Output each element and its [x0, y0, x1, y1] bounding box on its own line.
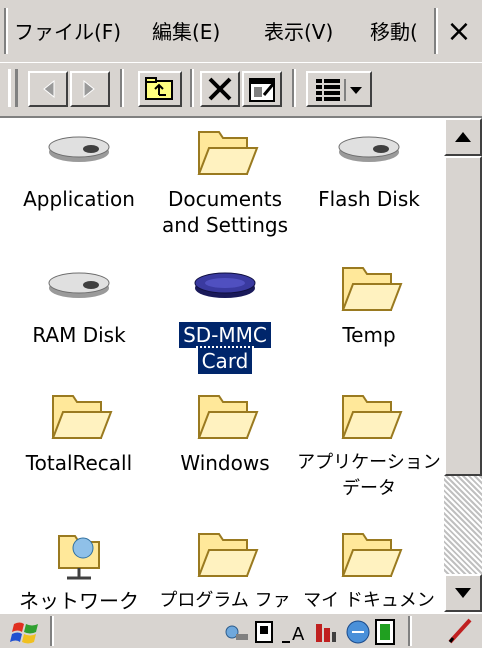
back-button[interactable]: [28, 71, 68, 107]
menu-edit[interactable]: 編集(E): [152, 14, 220, 50]
file-item-application-data[interactable]: アプリケーション データ: [294, 386, 444, 502]
disk-icon: [48, 272, 110, 298]
scroll-track[interactable]: [444, 476, 482, 574]
folder-icon: [197, 131, 259, 175]
delete-icon: [208, 77, 232, 101]
connection-icon: [346, 620, 370, 644]
toolbar-separator: [292, 69, 296, 107]
start-button[interactable]: [8, 618, 42, 650]
menu-view[interactable]: 表示(V): [264, 14, 333, 50]
up-folder-icon: [145, 77, 173, 100]
forward-icon: [83, 79, 95, 99]
file-item-label: Temp: [342, 323, 396, 347]
taskbar: A: [0, 612, 482, 648]
file-item-label: Flash Disk: [318, 187, 420, 211]
windows-flag-icon: [10, 622, 38, 644]
taskbar-separator: [50, 616, 54, 646]
properties-icon: [249, 78, 276, 102]
forward-button[interactable]: [70, 71, 110, 107]
menu-bar: ファイル(F) 編集(E) 表示(V) 移動( ×: [0, 0, 482, 62]
file-item-sd-mmc-card[interactable]: SD-MMC Card: [150, 258, 300, 376]
network-tray[interactable]: [222, 618, 250, 650]
folder-icon: [197, 533, 259, 577]
file-item-program-files[interactable]: プログラム ファ: [150, 524, 300, 612]
toolbar-grip[interactable]: [8, 69, 18, 107]
taskbar-separator: [408, 616, 412, 646]
font-icon: A: [282, 624, 305, 645]
file-item-label: マイ ドキュメン: [303, 590, 435, 611]
file-item-label-2: データ: [342, 478, 396, 499]
file-item-label: Application: [23, 187, 135, 211]
folder-icon: [197, 395, 259, 439]
view-menu-button[interactable]: [306, 71, 372, 107]
toolbar-separator: [190, 69, 194, 107]
battery-tray[interactable]: [372, 618, 400, 650]
input-panel-icon: [255, 621, 273, 643]
file-item-label: RAM Disk: [32, 323, 126, 347]
properties-button[interactable]: [242, 71, 282, 107]
battery-status-tray[interactable]: [312, 618, 340, 650]
scroll-up-button[interactable]: [444, 118, 482, 156]
disk-icon: [338, 136, 400, 162]
folder-icon: [341, 395, 403, 439]
font-tray[interactable]: A: [280, 618, 310, 650]
pen-tray[interactable]: [444, 616, 478, 650]
file-item-flash-disk[interactable]: Flash Disk: [294, 122, 444, 212]
scroll-thumb[interactable]: [444, 156, 482, 476]
view-menu-icon: [316, 79, 362, 101]
svg-text:A: A: [292, 624, 305, 645]
toolbar: [0, 62, 482, 118]
file-list[interactable]: Application Documents and Settings Flash…: [0, 118, 444, 612]
file-item-my-documents[interactable]: マイ ドキュメン: [294, 524, 444, 612]
close-button[interactable]: ×: [438, 8, 480, 56]
arrow-down-icon: [455, 588, 471, 598]
battery-icon: [375, 619, 395, 645]
file-item-application[interactable]: Application: [4, 122, 154, 212]
toolbar-separator: [120, 69, 124, 107]
file-item-label-2: Card: [195, 346, 255, 376]
back-icon: [43, 79, 55, 99]
folder-icon: [341, 267, 403, 311]
file-item-temp[interactable]: Temp: [294, 258, 444, 348]
file-item-label: SD-MMC: [177, 320, 273, 350]
file-item-label: TotalRecall: [25, 451, 133, 475]
file-item-documents-and-settings[interactable]: Documents and Settings: [150, 122, 300, 238]
file-item-label: Documents: [167, 187, 283, 211]
connection-tray[interactable]: [344, 618, 372, 650]
folder-icon: [51, 395, 113, 439]
file-item-label: アプリケーション: [297, 452, 441, 473]
file-item-label: Windows: [180, 451, 270, 475]
scroll-down-button[interactable]: [444, 574, 482, 612]
pen-icon: [448, 618, 472, 644]
file-item-label: ネットワーク: [19, 589, 139, 612]
file-item-ram-disk[interactable]: RAM Disk: [4, 258, 154, 348]
file-item-totalrecall[interactable]: TotalRecall: [4, 386, 154, 476]
file-item-network[interactable]: ネットワーク: [4, 524, 154, 612]
file-item-label: プログラム ファ: [159, 590, 291, 611]
disk-icon: [48, 136, 110, 162]
file-item-label-2: and Settings: [161, 213, 288, 237]
file-item-windows[interactable]: Windows: [150, 386, 300, 476]
menu-file[interactable]: ファイル(F): [14, 14, 121, 50]
menu-separator: [4, 8, 8, 54]
input-panel-tray[interactable]: [252, 618, 278, 650]
network-icon: [225, 625, 248, 640]
up-folder-button[interactable]: [138, 71, 182, 107]
vertical-scrollbar[interactable]: [444, 118, 482, 612]
arrow-up-icon: [455, 132, 471, 142]
sd-card-icon: [194, 272, 256, 298]
folder-icon: [341, 533, 403, 577]
delete-button[interactable]: [200, 71, 240, 107]
network-folder-icon: [58, 535, 100, 580]
menu-go[interactable]: 移動(: [370, 14, 434, 50]
battery-status-icon: [316, 624, 336, 642]
